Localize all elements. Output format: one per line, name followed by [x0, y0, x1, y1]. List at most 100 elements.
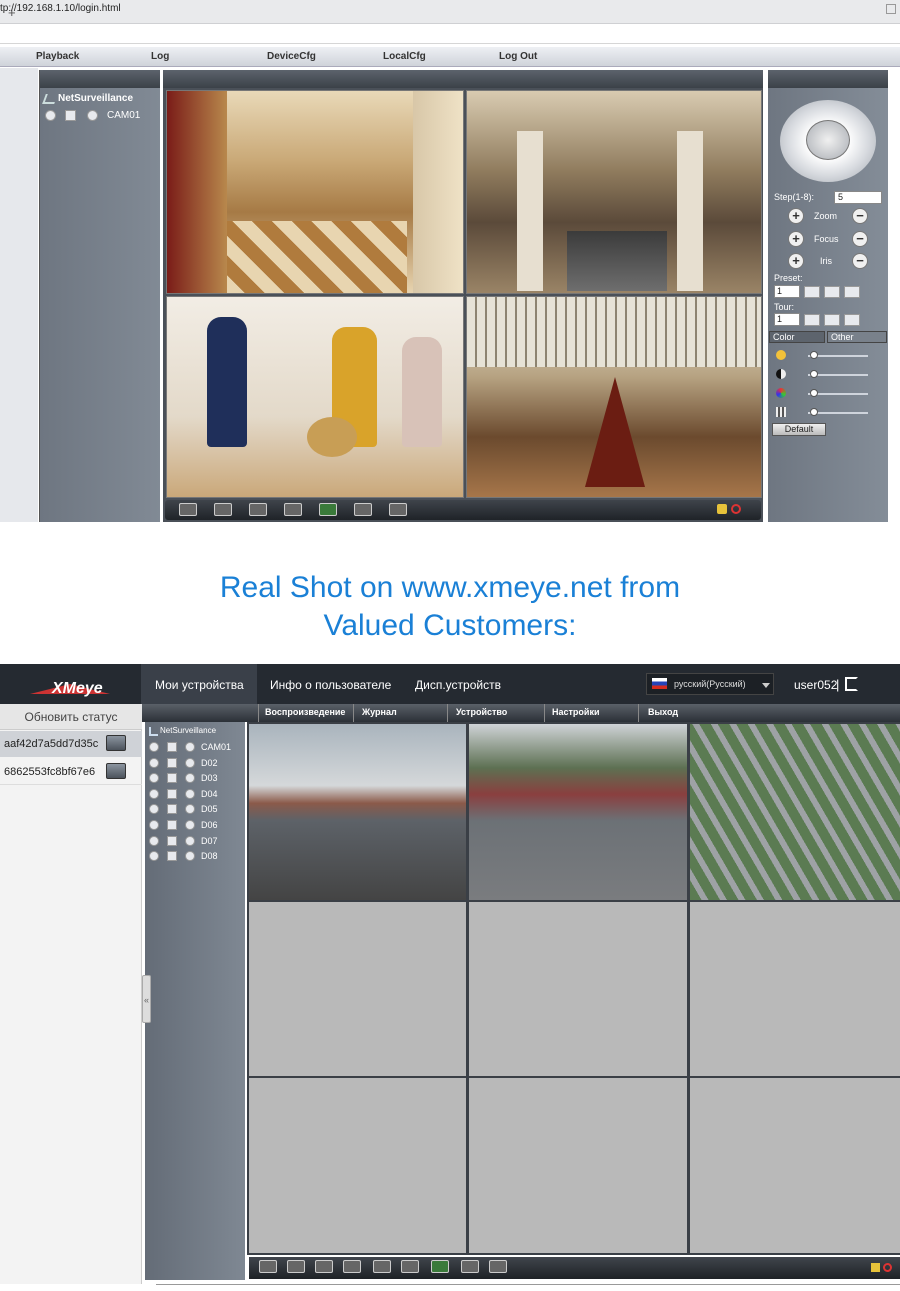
- single-view-icon[interactable]: [214, 503, 232, 516]
- brightness-knob[interactable]: [810, 351, 818, 359]
- channel-item[interactable]: D04: [201, 789, 218, 799]
- empty-camera-cell[interactable]: [249, 902, 466, 1076]
- play-icon[interactable]: [167, 773, 177, 784]
- empty-camera-cell[interactable]: [469, 902, 687, 1076]
- menu-exit-ru[interactable]: Выход: [648, 707, 678, 717]
- stop-all-icon[interactable]: [389, 503, 407, 516]
- record-icon[interactable]: [149, 820, 159, 830]
- stream-icon[interactable]: [87, 110, 98, 121]
- stream-icon[interactable]: [185, 757, 195, 768]
- play-icon[interactable]: [167, 757, 177, 768]
- stream-icon[interactable]: [185, 742, 195, 752]
- camera-view-mall-corridor[interactable]: [166, 90, 464, 294]
- stop-all-icon[interactable]: [489, 1260, 507, 1273]
- menu-playback-ru[interactable]: Воспроизведение: [265, 707, 345, 717]
- zoom-out-button[interactable]: −: [852, 208, 868, 224]
- menu-device-ru[interactable]: Устройство: [456, 707, 507, 717]
- menu-devicecfg[interactable]: DeviceCfg: [267, 51, 316, 62]
- iris-out-button[interactable]: −: [852, 253, 868, 269]
- record-all-icon[interactable]: [249, 503, 267, 516]
- address-bar[interactable]: [0, 25, 900, 44]
- channel-item[interactable]: D06: [201, 820, 218, 830]
- camera-view-atrium-escalators[interactable]: [466, 90, 762, 294]
- record-icon[interactable]: [149, 835, 159, 846]
- camera-view-parking-1[interactable]: [249, 724, 466, 900]
- tab-other[interactable]: Other: [827, 331, 887, 343]
- snapshot-icon[interactable]: [319, 503, 337, 516]
- record-all-icon[interactable]: [373, 1260, 391, 1273]
- four-split-icon[interactable]: [315, 1260, 333, 1273]
- menu-settings-ru[interactable]: Настройки: [552, 707, 599, 717]
- single-view-icon[interactable]: [287, 1260, 305, 1273]
- stop-record-icon[interactable]: [284, 503, 302, 516]
- stream-icon[interactable]: [185, 788, 195, 799]
- nav-user-info[interactable]: Инфо о пользователе: [270, 678, 391, 692]
- saturation-knob[interactable]: [810, 389, 818, 397]
- play-icon[interactable]: [167, 804, 177, 815]
- channel-item[interactable]: D03: [201, 773, 218, 783]
- nav-my-devices[interactable]: Мои устройства: [155, 678, 244, 692]
- fullscreen-icon[interactable]: [259, 1260, 277, 1273]
- focus-out-button[interactable]: −: [852, 231, 868, 247]
- play-icon[interactable]: [167, 835, 177, 846]
- empty-camera-cell[interactable]: [469, 1078, 687, 1253]
- channel-item[interactable]: D07: [201, 836, 218, 846]
- camera-view-christmas-tree-hall[interactable]: [466, 296, 762, 498]
- stream-icon[interactable]: [185, 820, 195, 830]
- xmeye-logo[interactable]: XMeye: [30, 670, 120, 700]
- tour-input[interactable]: 1: [774, 313, 800, 326]
- menu-log-ru[interactable]: Журнал: [362, 707, 397, 717]
- mute-icon[interactable]: [731, 504, 741, 514]
- empty-camera-cell[interactable]: [690, 902, 900, 1076]
- record-icon[interactable]: [149, 757, 159, 768]
- zoom-in-button[interactable]: +: [788, 208, 804, 224]
- camera-view-parking-2[interactable]: [469, 724, 687, 900]
- tab-color[interactable]: Color: [769, 331, 825, 343]
- record-icon[interactable]: [149, 742, 159, 752]
- empty-camera-cell[interactable]: [690, 1078, 900, 1253]
- hue-knob[interactable]: [810, 408, 818, 416]
- empty-camera-cell[interactable]: [249, 1078, 466, 1253]
- menu-localcfg[interactable]: LocalCfg: [383, 51, 426, 62]
- play-icon[interactable]: [65, 110, 76, 121]
- stream-icon[interactable]: [185, 835, 195, 846]
- camera-view-parking-aerial[interactable]: [690, 724, 900, 900]
- preset-remove-icon[interactable]: [844, 286, 860, 298]
- record-icon[interactable]: [149, 788, 159, 799]
- refresh-status-button[interactable]: Обновить статус: [0, 704, 142, 730]
- tour-play-icon[interactable]: [804, 314, 820, 326]
- channel-item[interactable]: CAM01: [201, 742, 231, 752]
- menu-playback[interactable]: Playback: [36, 51, 79, 62]
- snapshot-icon[interactable]: [431, 1260, 449, 1273]
- collapse-handle[interactable]: «: [142, 975, 151, 1023]
- play-icon[interactable]: [167, 788, 177, 799]
- step-select[interactable]: 5: [834, 191, 882, 204]
- default-button[interactable]: Default: [772, 423, 826, 436]
- menu-log[interactable]: Log: [151, 51, 169, 62]
- record-icon[interactable]: [45, 110, 56, 121]
- play-icon[interactable]: [167, 851, 177, 862]
- preset-add-icon[interactable]: [824, 286, 840, 298]
- channel-item[interactable]: D02: [201, 758, 218, 768]
- play-all-icon[interactable]: [461, 1260, 479, 1273]
- fullscreen-icon[interactable]: [179, 503, 197, 516]
- channel-cam01[interactable]: CAM01: [107, 110, 140, 121]
- ptz-center-button[interactable]: [806, 120, 850, 160]
- tour-grid-icon[interactable]: [844, 314, 860, 326]
- preset-goto-icon[interactable]: [804, 286, 820, 298]
- contrast-knob[interactable]: [810, 370, 818, 378]
- play-all-icon[interactable]: [354, 503, 372, 516]
- menu-logout[interactable]: Log Out: [499, 51, 537, 62]
- iris-in-button[interactable]: +: [788, 253, 804, 269]
- focus-in-button[interactable]: +: [788, 231, 804, 247]
- channel-item[interactable]: D05: [201, 804, 218, 814]
- nav-device-manager[interactable]: Дисп.устройств: [415, 678, 501, 692]
- camera-view-storefront-mannequins[interactable]: [166, 296, 464, 498]
- chevron-down-icon[interactable]: [762, 683, 770, 688]
- volume-icon[interactable]: [871, 1263, 880, 1272]
- mute-icon[interactable]: [883, 1263, 892, 1272]
- tour-stop-icon[interactable]: [824, 314, 840, 326]
- preset-input[interactable]: 1: [774, 285, 800, 298]
- volume-icon[interactable]: [717, 504, 727, 514]
- channel-item[interactable]: D08: [201, 851, 218, 861]
